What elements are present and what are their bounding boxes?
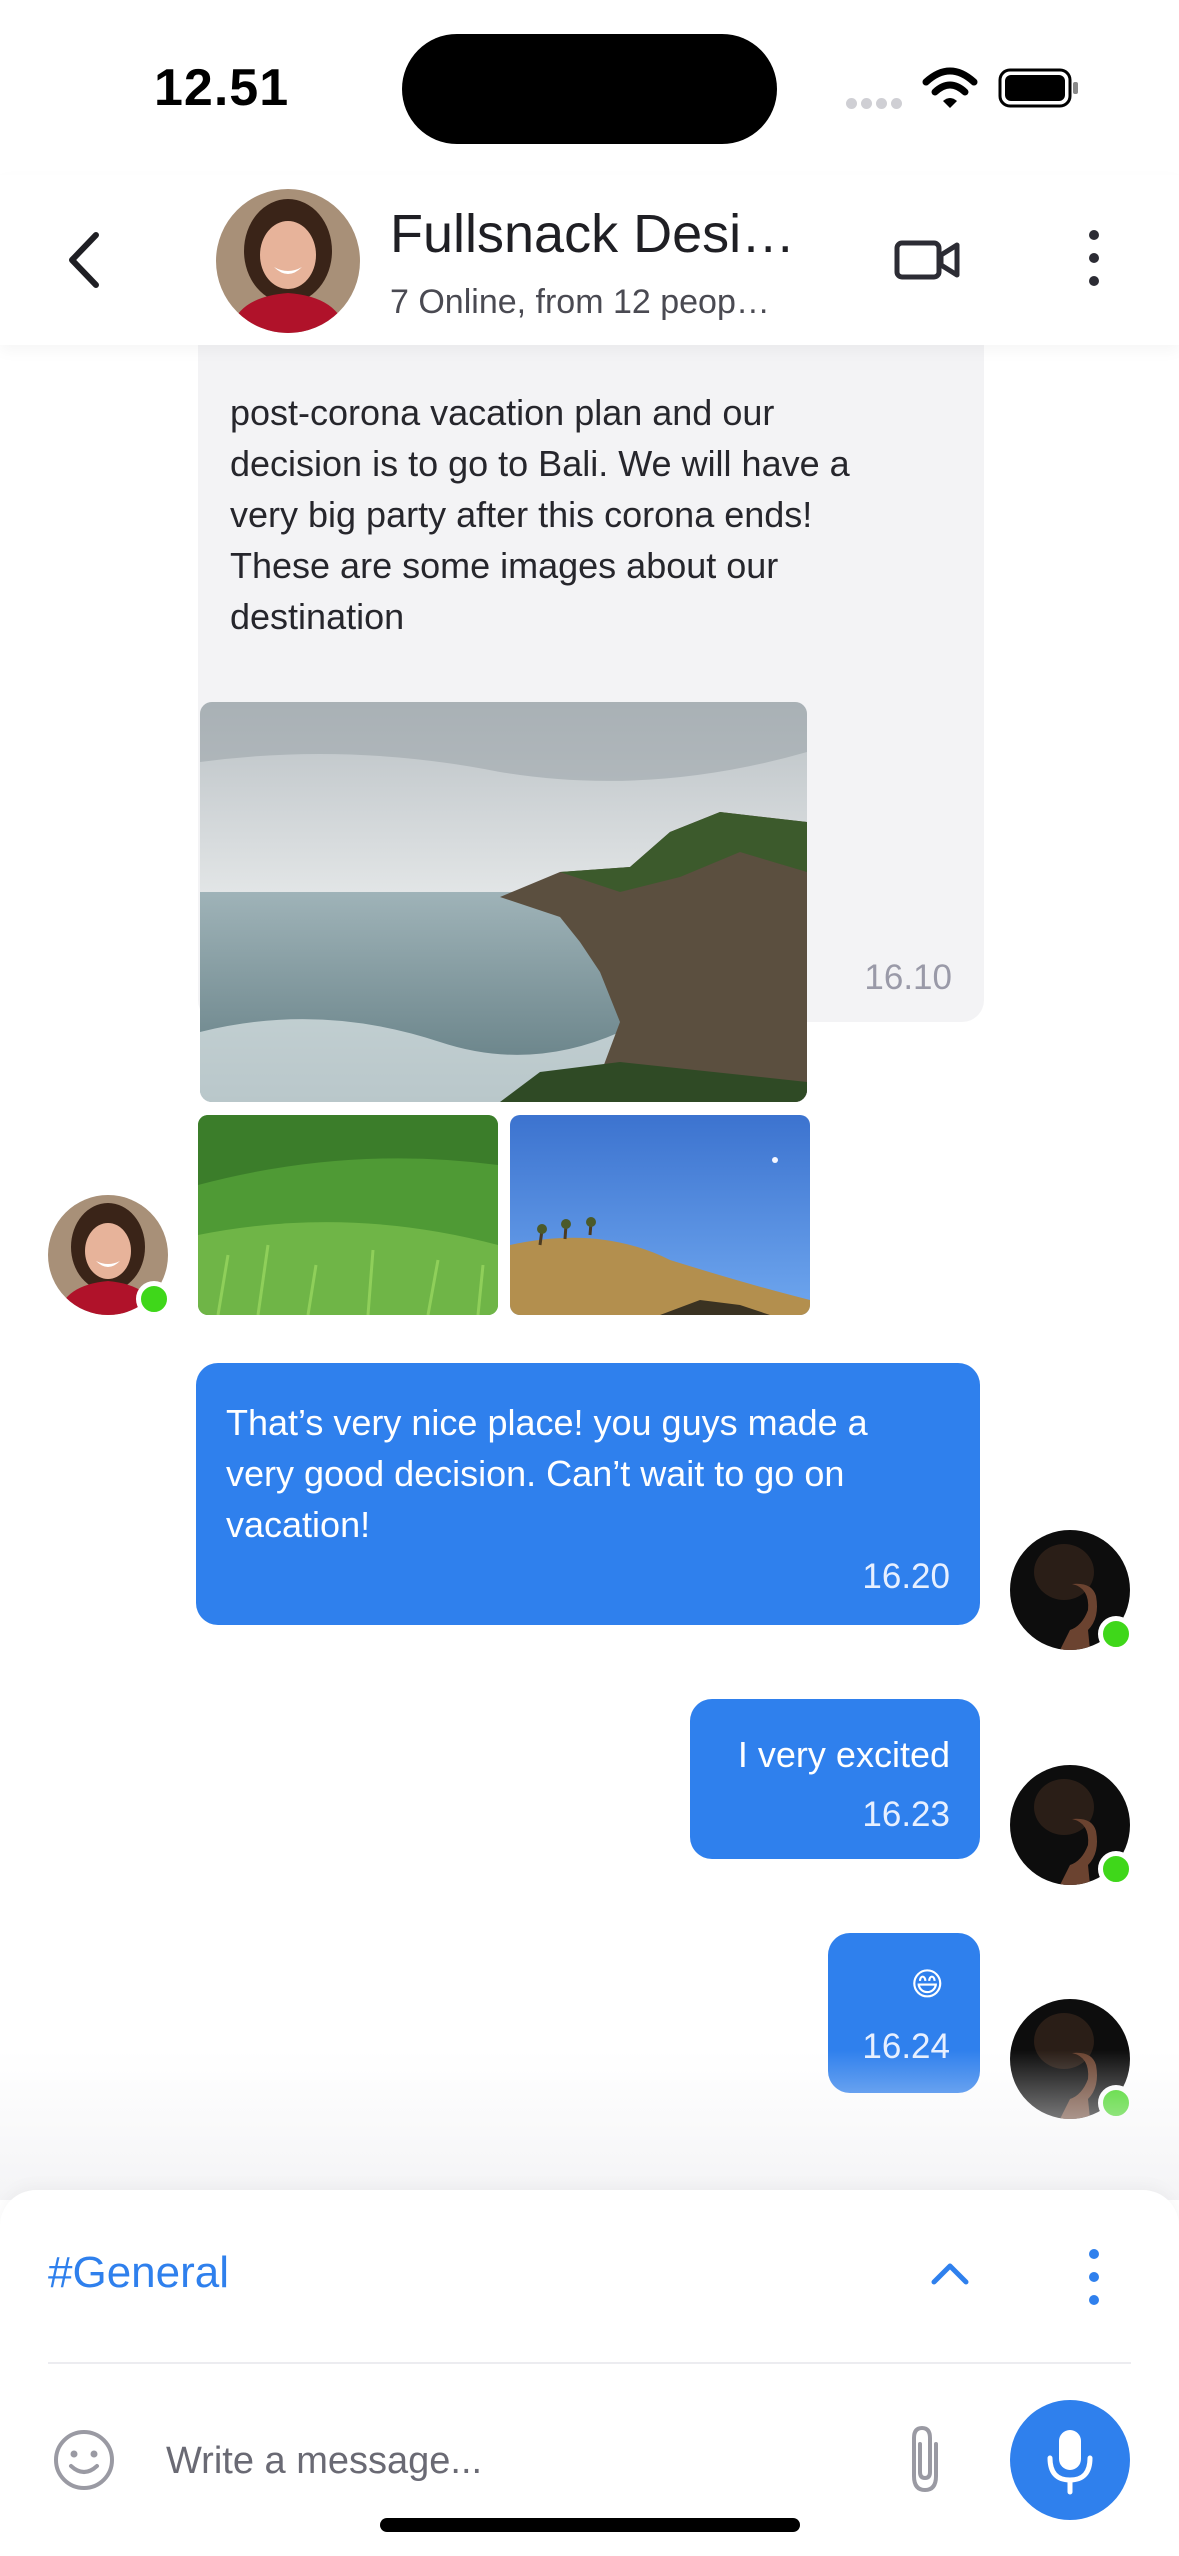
photo-cliff-sea[interactable] [200,702,807,1102]
home-indicator [380,2518,800,2532]
my-avatar[interactable] [1010,1530,1134,1652]
dynamic-island [402,34,777,144]
outgoing-message-bubble[interactable]: That’s very nice place! you guys made a … [196,1363,980,1625]
emoji-icon[interactable] [52,2428,116,2492]
more-vertical-icon[interactable] [1078,2242,1110,2312]
message-text: post-corona vacation plan and our decisi… [230,392,850,637]
sender-avatar[interactable] [48,1195,172,1317]
message-text: That’s very nice place! you guys made a … [226,1402,868,1545]
outgoing-message-bubble[interactable]: I very excited 16.23 [690,1699,980,1859]
composer-fade [0,2050,1179,2200]
channel-label[interactable]: #General [48,2248,229,2298]
battery-icon [998,68,1078,108]
message-list[interactable]: post-corona vacation plan and our decisi… [0,345,1179,2195]
signal-icon [846,96,906,109]
divider [48,2362,1131,2364]
message-text: 😄 [910,1966,944,2002]
group-avatar[interactable] [216,189,360,333]
message-time: 16.20 [862,1557,950,1596]
online-indicator [1098,1851,1134,1887]
status-time: 12.51 [154,59,290,117]
photo-green-field[interactable] [198,1115,498,1315]
chevron-up-icon[interactable] [928,2258,972,2288]
chat-subtitle: 7 Online, from 12 peop… [390,283,770,321]
message-time: 16.23 [862,1795,950,1834]
chat-header: Fullsnack Desi… 7 Online, from 12 peop… [0,175,1179,345]
wifi-icon [922,67,978,108]
microphone-icon [1047,2430,1093,2495]
status-bar: 12.51 [0,0,1179,175]
paperclip-icon[interactable] [900,2422,950,2498]
microphone-button[interactable] [1010,2400,1130,2520]
message-text: I very excited [737,1734,950,1775]
more-vertical-icon[interactable] [1078,223,1110,293]
back-icon[interactable] [60,225,110,295]
online-indicator [136,1281,172,1317]
online-indicator [1098,1616,1134,1652]
chat-title: Fullsnack Desi… [390,204,796,264]
composer-panel: #General [0,2190,1179,2556]
video-call-icon[interactable] [893,235,963,285]
photo-blue-sky-hill[interactable] [510,1115,810,1315]
message-time: 16.10 [864,958,952,997]
message-input[interactable] [166,2426,866,2496]
my-avatar[interactable] [1010,1765,1134,1887]
